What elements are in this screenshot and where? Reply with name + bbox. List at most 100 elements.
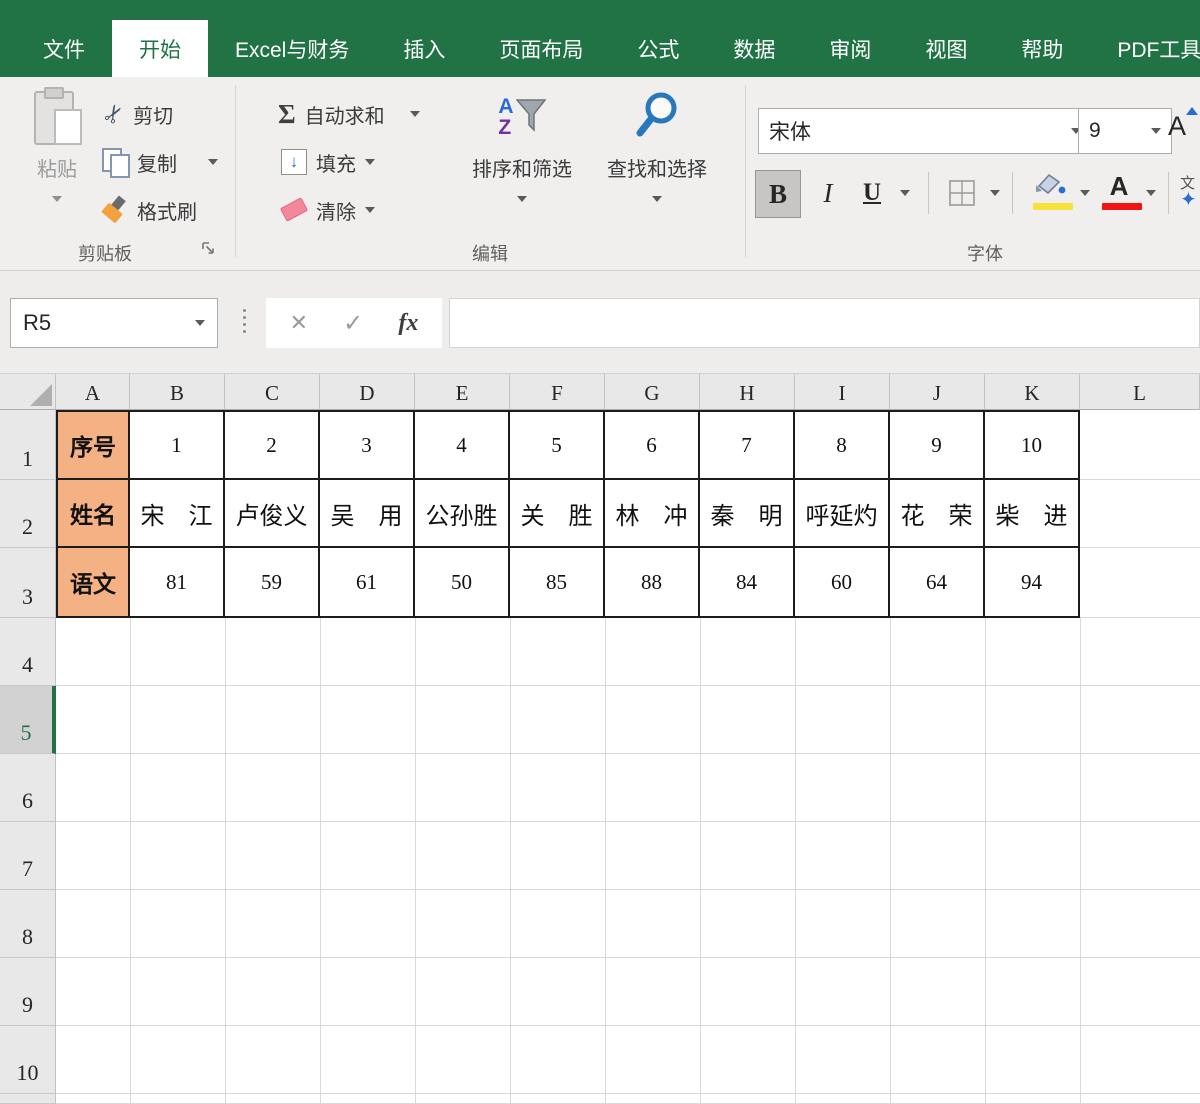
clear-dropdown-caret[interactable] [365,207,375,213]
fill-button[interactable]: ↓ 填充 [281,144,375,180]
cell-B3[interactable]: 81 [130,548,225,618]
tab-help[interactable]: 帮助 [994,20,1090,77]
borders-dropdown-caret[interactable] [988,170,1002,216]
font-size-combobox[interactable]: 9 [1078,108,1172,154]
cell-K3[interactable]: 94 [985,548,1080,618]
cell-D1[interactable]: 3 [320,410,415,480]
name-box[interactable]: R5 [10,298,218,348]
fill-color-dropdown-caret[interactable] [1078,170,1092,216]
tab-file[interactable]: 文件 [16,20,112,77]
cell-D2[interactable]: 吴 用 [320,480,415,548]
cell-L3[interactable] [1080,548,1200,618]
tab-excel-finance[interactable]: Excel与财务 [208,20,376,77]
empty-row-5[interactable] [56,686,1200,754]
empty-row-4[interactable] [56,618,1200,686]
sort-filter-dropdown-caret[interactable] [517,196,527,202]
row-header-11-partial[interactable] [0,1094,56,1104]
phonetic-guide-button[interactable]: 文 ✦ [1180,172,1200,218]
column-header-A[interactable]: A [56,374,130,410]
cell-B1[interactable]: 1 [130,410,225,480]
find-select-dropdown-caret[interactable] [652,196,662,202]
cell-H1[interactable]: 7 [700,410,795,480]
bold-button[interactable]: B [755,170,801,218]
cell-H3[interactable]: 84 [700,548,795,618]
column-header-G[interactable]: G [605,374,700,410]
empty-row-9[interactable] [56,958,1200,1026]
grow-font-button[interactable]: A [1168,107,1199,142]
column-header-J[interactable]: J [890,374,985,410]
cell-F3[interactable]: 85 [510,548,605,618]
cell-H2[interactable]: 秦 明 [700,480,795,548]
cut-button[interactable]: ✂ 剪切 [97,96,173,132]
cell-C3[interactable]: 59 [225,548,320,618]
enter-button[interactable]: ✓ [343,309,363,338]
cancel-button[interactable]: ✕ [290,310,308,336]
paste-dropdown-caret[interactable] [52,196,62,202]
cell-A1[interactable]: 序号 [56,410,130,480]
autosum-button[interactable]: Σ 自动求和 [278,96,420,132]
borders-button[interactable] [940,170,984,216]
cell-E3[interactable]: 50 [415,548,510,618]
cell-K1[interactable]: 10 [985,410,1080,480]
cell-K2[interactable]: 柴 进 [985,480,1080,548]
cell-F1[interactable]: 5 [510,410,605,480]
paste-button[interactable]: 粘贴 [18,87,96,202]
row-header-3[interactable]: 3 [0,548,56,618]
column-header-D[interactable]: D [320,374,415,410]
cell-I1[interactable]: 8 [795,410,890,480]
column-header-C[interactable]: C [225,374,320,410]
empty-row-11-partial[interactable] [56,1094,1200,1104]
tab-pdf-tools[interactable]: PDF工具集 [1090,20,1200,77]
underline-button[interactable]: U [852,170,892,216]
cell-I2[interactable]: 呼延灼 [795,480,890,548]
empty-row-6[interactable] [56,754,1200,822]
row-header-4[interactable]: 4 [0,618,56,686]
select-all-corner[interactable] [0,374,56,410]
formula-input[interactable] [449,298,1200,348]
tab-data[interactable]: 数据 [706,20,802,77]
column-header-F[interactable]: F [510,374,605,410]
cell-F2[interactable]: 关 胜 [510,480,605,548]
empty-row-10[interactable] [56,1026,1200,1094]
formula-bar-grip[interactable] [243,309,246,333]
row-header-1[interactable]: 1 [0,410,56,480]
tab-home[interactable]: 开始 [112,20,208,77]
clear-button[interactable]: 清除 [279,192,375,228]
font-color-dropdown-caret[interactable] [1144,170,1158,216]
row-header-8[interactable]: 8 [0,890,56,958]
autosum-dropdown-caret[interactable] [409,111,420,117]
font-name-combobox[interactable]: 宋体 [758,108,1092,154]
underline-dropdown-caret[interactable] [898,170,912,216]
cell-A3[interactable]: 语文 [56,548,130,618]
fill-color-button[interactable] [1026,170,1074,216]
copy-button[interactable]: 复制 [102,144,218,180]
row-header-7[interactable]: 7 [0,822,56,890]
row-header-2[interactable]: 2 [0,480,56,548]
find-select-button[interactable]: 查找和选择 [590,89,724,202]
column-header-H[interactable]: H [700,374,795,410]
copy-dropdown-caret[interactable] [208,159,218,165]
sort-filter-button[interactable]: AZ 排序和筛选 [455,89,589,202]
row-header-5-selected[interactable]: 5 [0,686,56,754]
cell-G2[interactable]: 林 冲 [605,480,700,548]
tab-view[interactable]: 视图 [898,20,994,77]
cell-J1[interactable]: 9 [890,410,985,480]
cell-E1[interactable]: 4 [415,410,510,480]
column-header-B[interactable]: B [130,374,225,410]
name-box-caret[interactable] [195,320,205,326]
fill-dropdown-caret[interactable] [365,159,375,165]
cell-I3[interactable]: 60 [795,548,890,618]
column-header-L[interactable]: L [1080,374,1200,410]
cell-A2[interactable]: 姓名 [56,480,130,548]
tab-formulas[interactable]: 公式 [610,20,706,77]
cell-E2[interactable]: 公孙胜 [415,480,510,548]
cell-C2[interactable]: 卢俊义 [225,480,320,548]
tab-insert[interactable]: 插入 [376,20,472,77]
format-painter-button[interactable]: 格式刷 [101,192,197,228]
cell-B2[interactable]: 宋 江 [130,480,225,548]
cell-L2[interactable] [1080,480,1200,548]
tab-review[interactable]: 审阅 [802,20,898,77]
cell-L1[interactable] [1080,410,1200,480]
row-header-10[interactable]: 10 [0,1026,56,1094]
column-header-E[interactable]: E [415,374,510,410]
